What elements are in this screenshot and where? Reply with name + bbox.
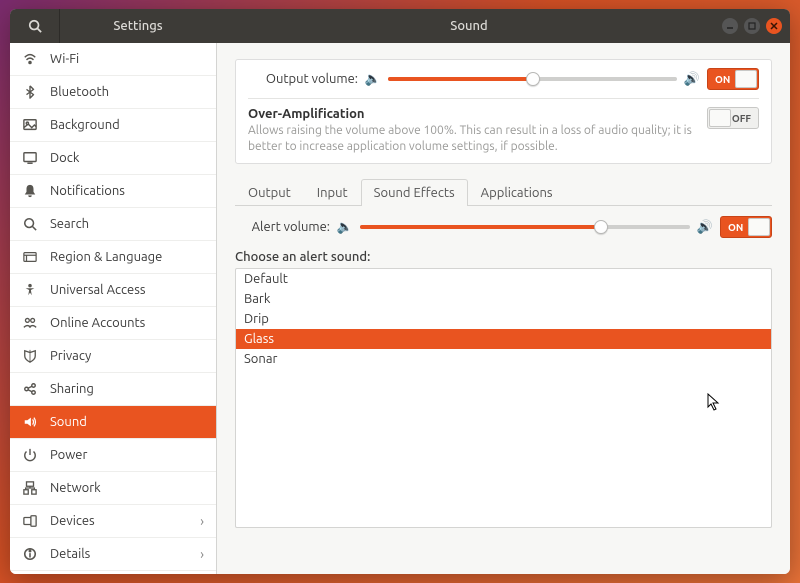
- alert-sound-default[interactable]: Default: [236, 269, 771, 289]
- sidebar: Wi-Fi Bluetooth Background Dock Notification…: [10, 43, 217, 574]
- maximize-button[interactable]: [744, 18, 760, 34]
- sidebar-item-privacy[interactable]: Privacy: [10, 340, 216, 373]
- sidebar-item-devices[interactable]: Devices ›: [10, 505, 216, 538]
- page-title: Sound: [216, 19, 722, 33]
- sidebar-item-details[interactable]: Details ›: [10, 538, 216, 571]
- bluetooth-icon: [22, 84, 38, 100]
- background-icon: [22, 117, 38, 133]
- alert-sound-sonar[interactable]: Sonar: [236, 349, 771, 369]
- alert-sound-drip[interactable]: Drip: [236, 309, 771, 329]
- sidebar-item-region-language[interactable]: Region & Language: [10, 241, 216, 274]
- dock-icon: [22, 150, 38, 166]
- sidebar-item-sharing[interactable]: Sharing: [10, 373, 216, 406]
- search-icon: [22, 216, 38, 232]
- sidebar-item-online-accounts[interactable]: Online Accounts: [10, 307, 216, 340]
- sidebar-item-label: Privacy: [50, 349, 204, 363]
- app-title: Settings: [60, 19, 216, 33]
- sharing-icon: [22, 381, 38, 397]
- tab-input[interactable]: Input: [304, 179, 361, 206]
- search-icon: [28, 19, 42, 33]
- minimize-icon: [726, 22, 734, 30]
- wifi-icon: [22, 51, 38, 67]
- chevron-right-icon: ›: [200, 513, 204, 529]
- power-icon: [22, 447, 38, 463]
- privacy-icon: [22, 348, 38, 364]
- output-volume-label: Output volume:: [248, 72, 358, 86]
- sidebar-item-bluetooth[interactable]: Bluetooth: [10, 76, 216, 109]
- sidebar-item-label: Sharing: [50, 382, 204, 396]
- speaker-high-icon: 🔊: [685, 72, 699, 87]
- tab-applications[interactable]: Applications: [468, 179, 566, 206]
- overamp-desc: Allows raising the volume above 100%. Th…: [248, 123, 695, 155]
- titlebar: Settings Sound: [10, 9, 790, 43]
- close-icon: [770, 22, 778, 30]
- sound-tabs: OutputInputSound EffectsApplications: [235, 178, 772, 206]
- sidebar-item-label: Network: [50, 481, 204, 495]
- sidebar-item-label: Bluetooth: [50, 85, 204, 99]
- overamp-toggle[interactable]: OFF: [707, 107, 759, 129]
- sidebar-item-label: Background: [50, 118, 204, 132]
- window-controls: [722, 18, 790, 34]
- alert-volume-slider[interactable]: [360, 225, 690, 229]
- alert-volume-label: Alert volume:: [235, 220, 330, 234]
- sidebar-item-sound[interactable]: Sound: [10, 406, 216, 439]
- sidebar-item-search[interactable]: Search: [10, 208, 216, 241]
- minimize-button[interactable]: [722, 18, 738, 34]
- sidebar-item-background[interactable]: Background: [10, 109, 216, 142]
- sidebar-item-universal-access[interactable]: Universal Access: [10, 274, 216, 307]
- sidebar-item-label: Region & Language: [50, 250, 204, 264]
- devices-icon: [22, 513, 38, 529]
- sidebar-item-label: Notifications: [50, 184, 204, 198]
- sidebar-item-label: Universal Access: [50, 283, 204, 297]
- accounts-icon: [22, 315, 38, 331]
- network-icon: [22, 480, 38, 496]
- choose-alert-label: Choose an alert sound:: [235, 250, 772, 264]
- chevron-right-icon: ›: [200, 546, 204, 562]
- region-icon: [22, 249, 38, 265]
- speaker-low-icon: 🔈: [338, 220, 352, 235]
- output-panel: Output volume: 🔈 🔊 ON Over-Amplification…: [235, 59, 772, 164]
- sidebar-item-network[interactable]: Network: [10, 472, 216, 505]
- sidebar-item-label: Dock: [50, 151, 204, 165]
- bell-icon: [22, 183, 38, 199]
- alert-sound-list[interactable]: DefaultBarkDripGlassSonar: [235, 268, 772, 528]
- tab-output[interactable]: Output: [235, 179, 304, 206]
- sound-icon: [22, 414, 38, 430]
- toggle-text: ON: [708, 74, 737, 85]
- sidebar-item-label: Sound: [50, 415, 204, 429]
- speaker-high-icon: 🔊: [698, 220, 712, 235]
- sidebar-item-label: Search: [50, 217, 204, 231]
- sidebar-item-label: Details: [50, 547, 188, 561]
- sidebar-item-label: Power: [50, 448, 204, 462]
- toggle-text: ON: [721, 222, 750, 233]
- sidebar-item-label: Online Accounts: [50, 316, 204, 330]
- speaker-low-icon: 🔈: [366, 72, 380, 87]
- settings-window: Settings Sound Wi-Fi Bluetooth Background D…: [10, 9, 790, 574]
- maximize-icon: [748, 22, 756, 30]
- content-area: Output volume: 🔈 🔊 ON Over-Amplification…: [217, 43, 790, 574]
- alert-sound-glass[interactable]: Glass: [236, 329, 771, 349]
- alert-toggle[interactable]: ON: [720, 216, 772, 238]
- access-icon: [22, 282, 38, 298]
- sidebar-item-label: Devices: [50, 514, 188, 528]
- tab-sound-effects[interactable]: Sound Effects: [361, 179, 468, 206]
- alert-sound-bark[interactable]: Bark: [236, 289, 771, 309]
- sidebar-item-power[interactable]: Power: [10, 439, 216, 472]
- search-button[interactable]: [10, 9, 60, 43]
- close-button[interactable]: [766, 18, 782, 34]
- overamp-title: Over-Amplification: [248, 107, 695, 121]
- sidebar-item-notifications[interactable]: Notifications: [10, 175, 216, 208]
- sidebar-item-dock[interactable]: Dock: [10, 142, 216, 175]
- output-volume-slider[interactable]: [388, 77, 677, 81]
- sidebar-item-label: Wi-Fi: [50, 52, 204, 66]
- sidebar-item-wi-fi[interactable]: Wi-Fi: [10, 43, 216, 76]
- output-toggle[interactable]: ON: [707, 68, 759, 90]
- details-icon: [22, 546, 38, 562]
